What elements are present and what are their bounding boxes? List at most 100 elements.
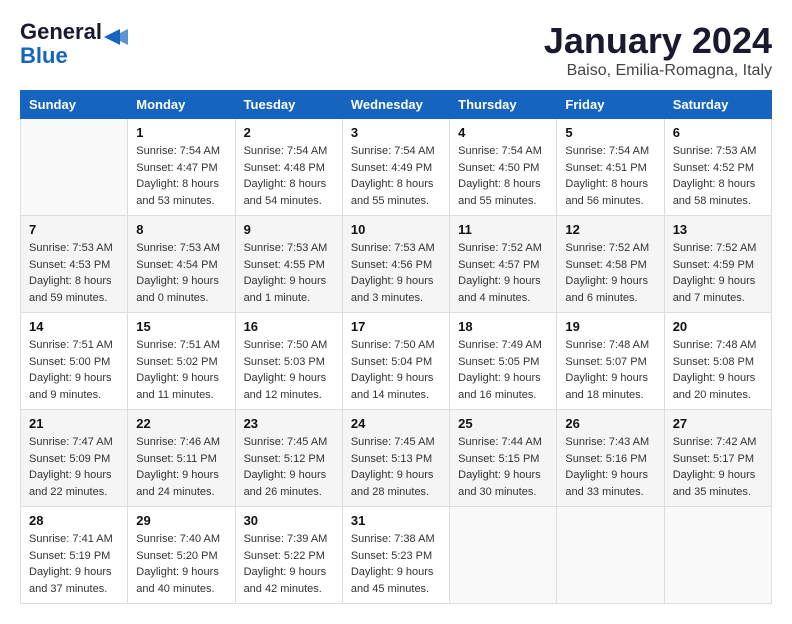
- day-detail: Sunrise: 7:49 AMSunset: 5:05 PMDaylight:…: [458, 337, 548, 403]
- day-cell: 15Sunrise: 7:51 AMSunset: 5:02 PMDayligh…: [128, 313, 235, 410]
- day-cell: 13 Sunrise: 7:52 AMSunset: 4:59 PMDayligh…: [664, 216, 771, 313]
- day-cell: 5 Sunrise: 7:54 AMSunset: 4:51 PMDaylight…: [557, 119, 664, 216]
- day-number: 26: [565, 416, 655, 431]
- week-row-4: 21 Sunrise: 7:47 AMSunset: 5:09 PMDayligh…: [21, 410, 772, 507]
- header: General Blue January 2024 Baiso, Emilia-…: [20, 20, 772, 80]
- day-detail: Sunrise: 7:50 AMSunset: 5:04 PMDaylight:…: [351, 337, 441, 403]
- day-detail: Sunrise: 7:52 AMSunset: 4:57 PMDaylight:…: [458, 240, 548, 306]
- week-row-1: 1 Sunrise: 7:54 AMSunset: 4:47 PMDaylight…: [21, 119, 772, 216]
- day-cell: 25 Sunrise: 7:44 AMSunset: 5:15 PMDayligh…: [450, 410, 557, 507]
- day-detail: Sunrise: 7:50 AMSunset: 5:03 PMDaylight:…: [244, 337, 334, 403]
- day-number: 24: [351, 416, 441, 431]
- col-header-thursday: Thursday: [450, 91, 557, 119]
- week-row-5: 28Sunrise: 7:41 AMSunset: 5:19 PMDayligh…: [21, 507, 772, 604]
- day-number: 29: [136, 513, 226, 528]
- day-number: 3: [351, 125, 441, 140]
- col-header-wednesday: Wednesday: [342, 91, 449, 119]
- col-header-tuesday: Tuesday: [235, 91, 342, 119]
- day-cell: 4Sunrise: 7:54 AMSunset: 4:50 PMDaylight…: [450, 119, 557, 216]
- day-detail: Sunrise: 7:53 AMSunset: 4:53 PMDaylight:…: [29, 240, 119, 306]
- day-cell: 21 Sunrise: 7:47 AMSunset: 5:09 PMDayligh…: [21, 410, 128, 507]
- day-number: 31: [351, 513, 441, 528]
- day-number: 20: [673, 319, 763, 334]
- day-cell: 1 Sunrise: 7:54 AMSunset: 4:47 PMDaylight…: [128, 119, 235, 216]
- day-number: 4: [458, 125, 548, 140]
- day-detail: Sunrise: 7:45 AMSunset: 5:13 PMDaylight:…: [351, 434, 441, 500]
- day-detail: Sunrise: 7:48 AMSunset: 5:07 PMDaylight:…: [565, 337, 655, 403]
- title-area: January 2024 Baiso, Emilia-Romagna, Ital…: [544, 20, 772, 80]
- month-title: January 2024: [544, 20, 772, 62]
- day-number: 21: [29, 416, 119, 431]
- day-cell: 24 Sunrise: 7:45 AMSunset: 5:13 PMDayligh…: [342, 410, 449, 507]
- day-number: 17: [351, 319, 441, 334]
- day-detail: Sunrise: 7:38 AMSunset: 5:23 PMDaylight:…: [351, 531, 441, 597]
- day-detail: Sunrise: 7:51 AMSunset: 5:00 PMDaylight:…: [29, 337, 119, 403]
- location-title: Baiso, Emilia-Romagna, Italy: [544, 62, 772, 80]
- day-number: 7: [29, 222, 119, 237]
- day-cell: 2 Sunrise: 7:54 AMSunset: 4:48 PMDaylight…: [235, 119, 342, 216]
- day-cell: 23 Sunrise: 7:45 AMSunset: 5:12 PMDayligh…: [235, 410, 342, 507]
- day-detail: Sunrise: 7:42 AMSunset: 5:17 PMDaylight:…: [673, 434, 763, 500]
- day-number: 12: [565, 222, 655, 237]
- day-detail: Sunrise: 7:54 AMSunset: 4:49 PMDaylight:…: [351, 143, 441, 209]
- day-detail: Sunrise: 7:44 AMSunset: 5:15 PMDaylight:…: [458, 434, 548, 500]
- col-header-saturday: Saturday: [664, 91, 771, 119]
- day-number: 27: [673, 416, 763, 431]
- day-cell: 28Sunrise: 7:41 AMSunset: 5:19 PMDayligh…: [21, 507, 128, 604]
- day-detail: Sunrise: 7:54 AMSunset: 4:48 PMDaylight:…: [244, 143, 334, 209]
- day-cell: [450, 507, 557, 604]
- day-number: 23: [244, 416, 334, 431]
- day-detail: Sunrise: 7:40 AMSunset: 5:20 PMDaylight:…: [136, 531, 226, 597]
- day-cell: 26 Sunrise: 7:43 AMSunset: 5:16 PMDayligh…: [557, 410, 664, 507]
- day-cell: 30Sunrise: 7:39 AMSunset: 5:22 PMDayligh…: [235, 507, 342, 604]
- day-detail: Sunrise: 7:54 AMSunset: 4:47 PMDaylight:…: [136, 143, 226, 209]
- day-detail: Sunrise: 7:41 AMSunset: 5:19 PMDaylight:…: [29, 531, 119, 597]
- day-number: 10: [351, 222, 441, 237]
- day-cell: 20 Sunrise: 7:48 AMSunset: 5:08 PMDayligh…: [664, 313, 771, 410]
- day-detail: Sunrise: 7:43 AMSunset: 5:16 PMDaylight:…: [565, 434, 655, 500]
- day-number: 30: [244, 513, 334, 528]
- day-detail: Sunrise: 7:53 AMSunset: 4:52 PMDaylight:…: [673, 143, 763, 209]
- day-detail: Sunrise: 7:53 AMSunset: 4:54 PMDaylight:…: [136, 240, 226, 306]
- day-number: 19: [565, 319, 655, 334]
- logo: General Blue: [20, 20, 126, 68]
- calendar-table: SundayMondayTuesdayWednesdayThursdayFrid…: [20, 90, 772, 604]
- col-header-monday: Monday: [128, 91, 235, 119]
- day-cell: [557, 507, 664, 604]
- day-detail: Sunrise: 7:53 AMSunset: 4:56 PMDaylight:…: [351, 240, 441, 306]
- day-cell: 10 Sunrise: 7:53 AMSunset: 4:56 PMDayligh…: [342, 216, 449, 313]
- day-detail: Sunrise: 7:48 AMSunset: 5:08 PMDaylight:…: [673, 337, 763, 403]
- day-number: 13: [673, 222, 763, 237]
- day-cell: 3 Sunrise: 7:54 AMSunset: 4:49 PMDaylight…: [342, 119, 449, 216]
- day-detail: Sunrise: 7:52 AMSunset: 4:59 PMDaylight:…: [673, 240, 763, 306]
- day-detail: Sunrise: 7:47 AMSunset: 5:09 PMDaylight:…: [29, 434, 119, 500]
- logo-blue: Blue: [20, 44, 126, 68]
- day-cell: 18 Sunrise: 7:49 AMSunset: 5:05 PMDayligh…: [450, 313, 557, 410]
- day-number: 9: [244, 222, 334, 237]
- day-cell: 17 Sunrise: 7:50 AMSunset: 5:04 PMDayligh…: [342, 313, 449, 410]
- day-detail: Sunrise: 7:45 AMSunset: 5:12 PMDaylight:…: [244, 434, 334, 500]
- week-row-2: 7 Sunrise: 7:53 AMSunset: 4:53 PMDaylight…: [21, 216, 772, 313]
- day-number: 2: [244, 125, 334, 140]
- week-row-3: 14 Sunrise: 7:51 AMSunset: 5:00 PMDayligh…: [21, 313, 772, 410]
- day-detail: Sunrise: 7:53 AMSunset: 4:55 PMDaylight:…: [244, 240, 334, 306]
- day-number: 5: [565, 125, 655, 140]
- day-number: 8: [136, 222, 226, 237]
- day-cell: 31 Sunrise: 7:38 AMSunset: 5:23 PMDayligh…: [342, 507, 449, 604]
- day-cell: 9 Sunrise: 7:53 AMSunset: 4:55 PMDaylight…: [235, 216, 342, 313]
- day-detail: Sunrise: 7:46 AMSunset: 5:11 PMDaylight:…: [136, 434, 226, 500]
- day-number: 14: [29, 319, 119, 334]
- day-cell: 27 Sunrise: 7:42 AMSunset: 5:17 PMDayligh…: [664, 410, 771, 507]
- day-number: 25: [458, 416, 548, 431]
- day-cell: 29 Sunrise: 7:40 AMSunset: 5:20 PMDayligh…: [128, 507, 235, 604]
- logo-text: General: [20, 20, 126, 44]
- day-number: 18: [458, 319, 548, 334]
- day-number: 15: [136, 319, 226, 334]
- day-cell: 16 Sunrise: 7:50 AMSunset: 5:03 PMDayligh…: [235, 313, 342, 410]
- day-cell: 7 Sunrise: 7:53 AMSunset: 4:53 PMDaylight…: [21, 216, 128, 313]
- day-number: 1: [136, 125, 226, 140]
- day-number: 6: [673, 125, 763, 140]
- day-detail: Sunrise: 7:54 AMSunset: 4:51 PMDaylight:…: [565, 143, 655, 209]
- day-number: 16: [244, 319, 334, 334]
- logo-general: General: [20, 19, 102, 44]
